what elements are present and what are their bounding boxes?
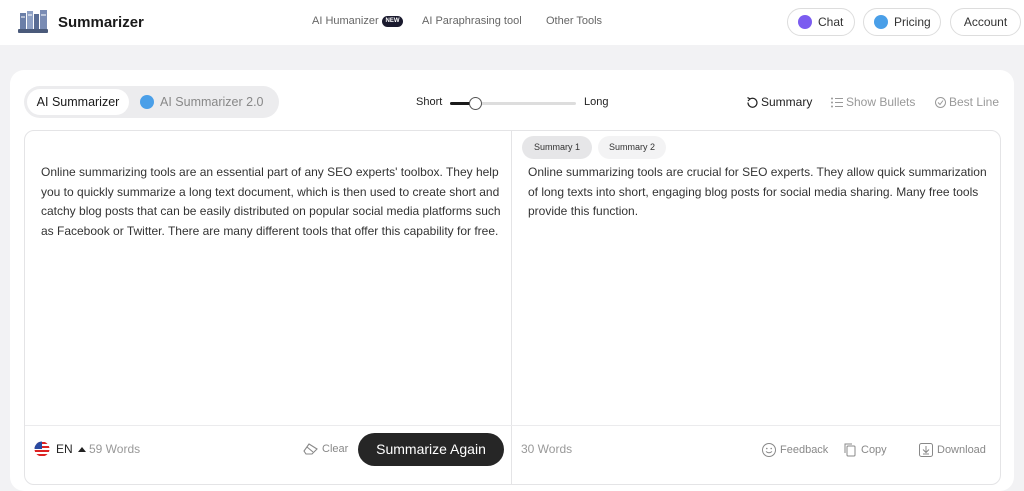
copy-label: Copy [861, 444, 887, 456]
download-icon [919, 443, 933, 457]
refresh-icon [747, 96, 758, 108]
show-bullets-label: Show Bullets [846, 95, 916, 109]
summary-output: Online summarizing tools are crucial for… [528, 165, 987, 218]
book-logo-icon[interactable] [16, 9, 50, 35]
smile-icon [762, 443, 776, 457]
summary-view-option[interactable]: Summary [746, 95, 812, 109]
sparkle-icon [140, 95, 154, 109]
top-header: Summarizer AI Humanizer NEW AI Paraphras… [0, 0, 1024, 45]
output-word-count: 30 Words [521, 442, 573, 456]
summary-view-label: Summary [761, 95, 813, 109]
chat-bubble-icon [798, 15, 812, 29]
check-circle-icon [935, 96, 946, 108]
download-label: Download [937, 444, 986, 456]
nav-ai-humanizer[interactable]: AI Humanizer [312, 15, 379, 27]
eraser-icon [303, 443, 318, 455]
mode-ai-summarizer-2[interactable]: AI Summarizer 2.0 [140, 89, 264, 115]
chat-label: Chat [818, 15, 844, 29]
mode-ai-summarizer-2-label: AI Summarizer 2.0 [160, 95, 264, 109]
footer-divider [25, 425, 1000, 426]
summarize-again-button[interactable]: Summarize Again [358, 433, 504, 466]
input-word-count: 59 Words [89, 442, 141, 456]
panel-divider [511, 131, 512, 484]
language-selector[interactable]: EN [34, 441, 90, 457]
language-label: EN [56, 442, 73, 456]
nav-other-tools[interactable]: Other Tools [546, 15, 602, 27]
feedback-label: Feedback [780, 444, 829, 456]
show-bullets-option[interactable]: Show Bullets [830, 95, 915, 109]
brand-name[interactable]: Summarizer [58, 14, 144, 31]
caret-up-icon [77, 447, 86, 452]
copy-icon [844, 443, 856, 457]
clear-button[interactable]: Clear [303, 442, 348, 456]
mode-ai-summarizer[interactable]: AI Summarizer [27, 89, 129, 115]
chat-button[interactable]: Chat [787, 8, 855, 36]
download-button[interactable]: Download [918, 442, 986, 458]
length-long-label: Long [584, 96, 609, 108]
tab-summary-2[interactable]: Summary 2 [598, 136, 666, 159]
best-line-label: Best Line [949, 95, 1000, 109]
us-flag-icon [34, 441, 50, 457]
new-badge: NEW [382, 16, 403, 27]
pricing-label: Pricing [894, 15, 931, 29]
length-short-label: Short [416, 96, 443, 108]
copy-button[interactable]: Copy [842, 442, 887, 458]
clear-label: Clear [322, 443, 349, 455]
nav-ai-paraphrasing-tool[interactable]: AI Paraphrasing tool [422, 15, 522, 27]
tab-summary-1[interactable]: Summary 1 [522, 136, 592, 159]
account-button[interactable]: Account [950, 8, 1021, 36]
feedback-button[interactable]: Feedback [761, 442, 828, 458]
best-line-option[interactable]: Best Line [934, 95, 999, 109]
pricing-button[interactable]: Pricing [863, 8, 941, 36]
crown-icon [874, 15, 888, 29]
account-label: Account [963, 15, 1008, 29]
bullet-list-icon [831, 97, 843, 107]
input-textarea[interactable]: Online summarizing tools are an essentia… [41, 163, 501, 241]
